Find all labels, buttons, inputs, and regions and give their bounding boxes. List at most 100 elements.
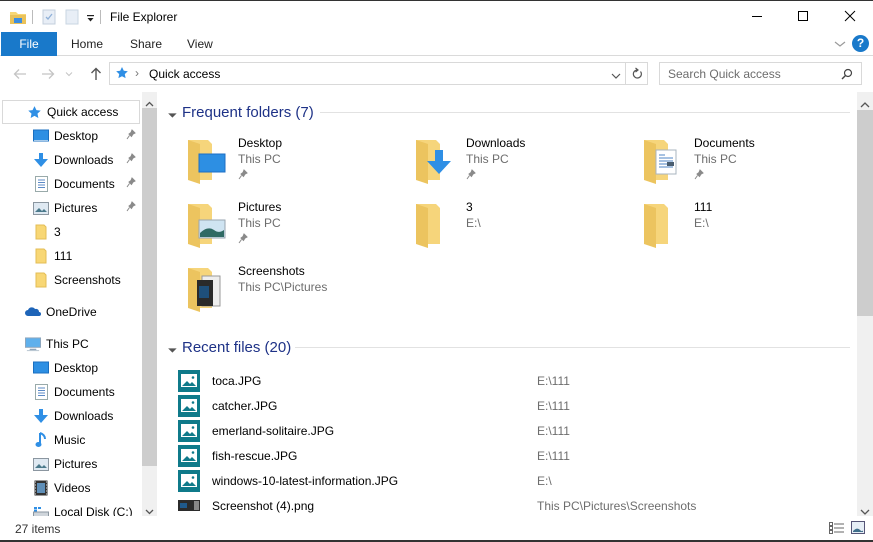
- large-icons-view-icon: [851, 521, 865, 534]
- tab-home[interactable]: Home: [57, 32, 117, 56]
- sidebar-item-qa-screenshots[interactable]: Screenshots: [0, 268, 140, 292]
- pin-icon[interactable]: [126, 129, 136, 144]
- forward-button[interactable]: [38, 64, 58, 84]
- this-pc-monitor-icon: [25, 336, 41, 352]
- folder-icon: [33, 272, 49, 288]
- sidebar-item-qa-folder-3[interactable]: 3: [0, 220, 140, 244]
- file-explorer-icon[interactable]: [9, 9, 27, 28]
- file-path: This PC\Pictures\Screenshots: [537, 499, 697, 513]
- folder-name: Documents: [694, 136, 755, 150]
- recent-file-row[interactable]: emerland-solitaire.JPG E:\111: [178, 419, 848, 444]
- qat-separator: [100, 10, 101, 24]
- folder-icon: [644, 204, 668, 248]
- breadcrumb-separator[interactable]: ›: [135, 66, 139, 80]
- sidebar-item-qa-folder-111[interactable]: 111: [0, 244, 140, 268]
- file-name: toca.JPG: [212, 374, 262, 388]
- sidebar-item-pc-music[interactable]: Music: [0, 428, 140, 452]
- pin-icon[interactable]: [126, 177, 136, 192]
- recent-file-row[interactable]: toca.JPG E:\111: [178, 369, 848, 394]
- help-button[interactable]: ?: [852, 35, 869, 52]
- folder-icon: [416, 204, 440, 248]
- details-view-button[interactable]: [829, 522, 844, 537]
- up-button[interactable]: [86, 64, 106, 84]
- refresh-button[interactable]: [626, 62, 648, 85]
- scroll-up-icon[interactable]: [860, 97, 870, 111]
- sidebar-item-pc-documents[interactable]: Documents: [0, 380, 140, 404]
- pin-icon[interactable]: [126, 201, 136, 216]
- desktop-icon: [33, 360, 49, 376]
- sidebar-item-qa-desktop[interactable]: Desktop: [0, 124, 140, 148]
- sidebar-item-qa-downloads[interactable]: Downloads: [0, 148, 140, 172]
- sidebar-item-label: 3: [54, 225, 61, 239]
- sidebar-item-label: Downloads: [54, 409, 114, 423]
- folder-tile-desktop[interactable]: Desktop This PC: [182, 136, 402, 192]
- group-title: Frequent folders (7): [182, 103, 314, 121]
- sidebar-item-pc-videos[interactable]: Videos: [0, 476, 140, 500]
- qat-separator: [32, 10, 33, 24]
- sidebar-scrollbar-thumb[interactable]: [142, 108, 157, 466]
- search-input[interactable]: Search Quick access: [659, 62, 862, 85]
- address-history-dropdown[interactable]: [611, 69, 621, 83]
- forward-arrow-icon: [42, 69, 55, 79]
- breadcrumb-quick-access[interactable]: Quick access: [149, 67, 220, 81]
- file-path: E:\111: [537, 374, 570, 388]
- customize-qat-dropdown-icon[interactable]: [86, 12, 95, 26]
- tab-view[interactable]: View: [173, 32, 227, 56]
- downloads-folder-icon: [416, 140, 451, 184]
- sidebar-item-label: Pictures: [54, 201, 98, 215]
- status-bar: 27 items: [0, 516, 873, 542]
- quick-access-star-icon: [26, 104, 42, 120]
- frequent-folders-header[interactable]: Frequent folders (7): [168, 102, 314, 122]
- sidebar-item-qa-documents[interactable]: Documents: [0, 172, 140, 196]
- properties-icon[interactable]: [42, 9, 56, 28]
- folder-tile-screenshots[interactable]: Screenshots This PC\Pictures: [182, 264, 402, 320]
- back-button[interactable]: [10, 64, 30, 84]
- sidebar-item-quick-access[interactable]: Quick access: [2, 100, 140, 124]
- recent-locations-button[interactable]: [62, 64, 76, 84]
- sidebar-item-pc-downloads[interactable]: Downloads: [0, 404, 140, 428]
- collapse-triangle-icon[interactable]: [168, 109, 177, 118]
- recent-file-row[interactable]: fish-rescue.JPG E:\111: [178, 444, 848, 469]
- sidebar-item-qa-pictures[interactable]: Pictures: [0, 196, 140, 220]
- maximize-button[interactable]: [780, 1, 826, 31]
- pin-icon[interactable]: [694, 169, 704, 184]
- folder-tile-pictures[interactable]: Pictures This PC: [182, 200, 402, 256]
- file-path: E:\111: [537, 399, 570, 413]
- large-icons-view-button[interactable]: [851, 521, 865, 537]
- search-icon[interactable]: [841, 68, 853, 83]
- sidebar-item-label: Quick access: [47, 105, 119, 119]
- folder-tile-documents[interactable]: Documents This PC: [638, 136, 856, 192]
- sidebar-item-onedrive[interactable]: OneDrive: [0, 300, 140, 324]
- content-scrollbar-thumb[interactable]: [857, 110, 873, 316]
- sidebar-item-this-pc[interactable]: This PC: [0, 332, 140, 356]
- expand-ribbon-chevron-icon[interactable]: [834, 38, 846, 52]
- folder-tile-111[interactable]: 111 E:\: [638, 200, 856, 256]
- recent-file-row[interactable]: catcher.JPG E:\111: [178, 394, 848, 419]
- up-arrow-icon: [91, 67, 101, 80]
- close-button[interactable]: [827, 1, 873, 31]
- folder-tile-downloads[interactable]: Downloads This PC: [410, 136, 630, 192]
- tab-file[interactable]: File: [1, 32, 57, 56]
- sidebar-item-pc-local-disk[interactable]: Local Disk (C:): [0, 500, 140, 516]
- pin-icon[interactable]: [466, 169, 476, 184]
- pin-icon[interactable]: [238, 233, 248, 248]
- recent-file-row[interactable]: Screenshot (4).png This PC\Pictures\Scre…: [178, 494, 848, 516]
- group-title: Recent files (20): [182, 338, 292, 356]
- sidebar-item-pc-pictures[interactable]: Pictures: [0, 452, 140, 476]
- downloads-icon: [33, 408, 49, 424]
- pictures-icon: [33, 200, 49, 216]
- address-bar[interactable]: › Quick access: [109, 62, 626, 85]
- tab-share[interactable]: Share: [116, 32, 176, 56]
- folder-tile-3[interactable]: 3 E:\: [410, 200, 630, 256]
- minimize-button[interactable]: [734, 1, 780, 31]
- sidebar-item-pc-desktop[interactable]: Desktop: [0, 356, 140, 380]
- recent-files-header[interactable]: Recent files (20): [168, 337, 291, 357]
- back-arrow-icon: [13, 69, 26, 79]
- pin-icon[interactable]: [238, 169, 248, 184]
- folder-location: This PC: [694, 152, 737, 166]
- new-folder-icon[interactable]: [65, 9, 79, 28]
- recent-file-row[interactable]: windows-10-latest-information.JPG E:\: [178, 469, 848, 494]
- collapse-triangle-icon[interactable]: [168, 344, 177, 353]
- pin-icon[interactable]: [126, 153, 136, 168]
- folder-location: E:\: [466, 216, 481, 230]
